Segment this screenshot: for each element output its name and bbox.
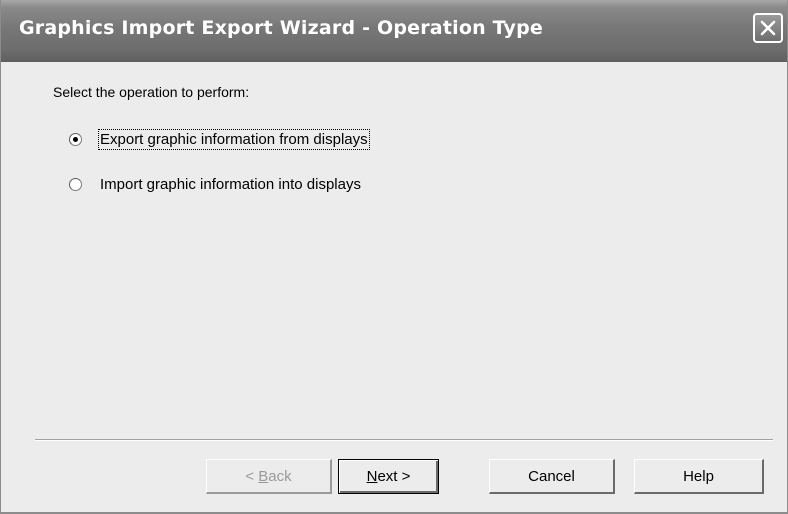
next-button[interactable]: Next >	[338, 459, 439, 494]
back-button-rest: ack	[268, 467, 292, 485]
export-option-label[interactable]: Export graphic information from displays	[98, 128, 370, 150]
back-button-prefix: <	[245, 467, 259, 485]
radio-selected-dot	[73, 136, 78, 142]
help-button[interactable]: Help	[634, 459, 764, 494]
back-button-mnemonic: B	[258, 467, 269, 485]
export-radio[interactable]	[69, 132, 82, 146]
wizard-dialog: Graphics Import Export Wizard - Operatio…	[0, 0, 788, 514]
close-button[interactable]	[753, 13, 783, 43]
next-button-rest: ext >	[377, 468, 411, 485]
import-radio[interactable]	[69, 177, 82, 191]
next-button-mnemonic: N	[366, 468, 378, 485]
close-icon	[760, 20, 776, 36]
export-option[interactable]: Export graphic information from displays	[69, 128, 370, 150]
cancel-button[interactable]: Cancel	[489, 459, 615, 494]
button-separator	[35, 439, 773, 441]
back-button[interactable]: < Back	[206, 459, 332, 494]
import-option[interactable]: Import graphic information into displays	[69, 173, 362, 195]
title-bar[interactable]: Graphics Import Export Wizard - Operatio…	[1, 0, 787, 62]
window-title: Graphics Import Export Wizard - Operatio…	[19, 17, 543, 39]
import-option-label[interactable]: Import graphic information into displays	[99, 175, 362, 194]
operation-prompt: Select the operation to perform:	[53, 84, 250, 100]
